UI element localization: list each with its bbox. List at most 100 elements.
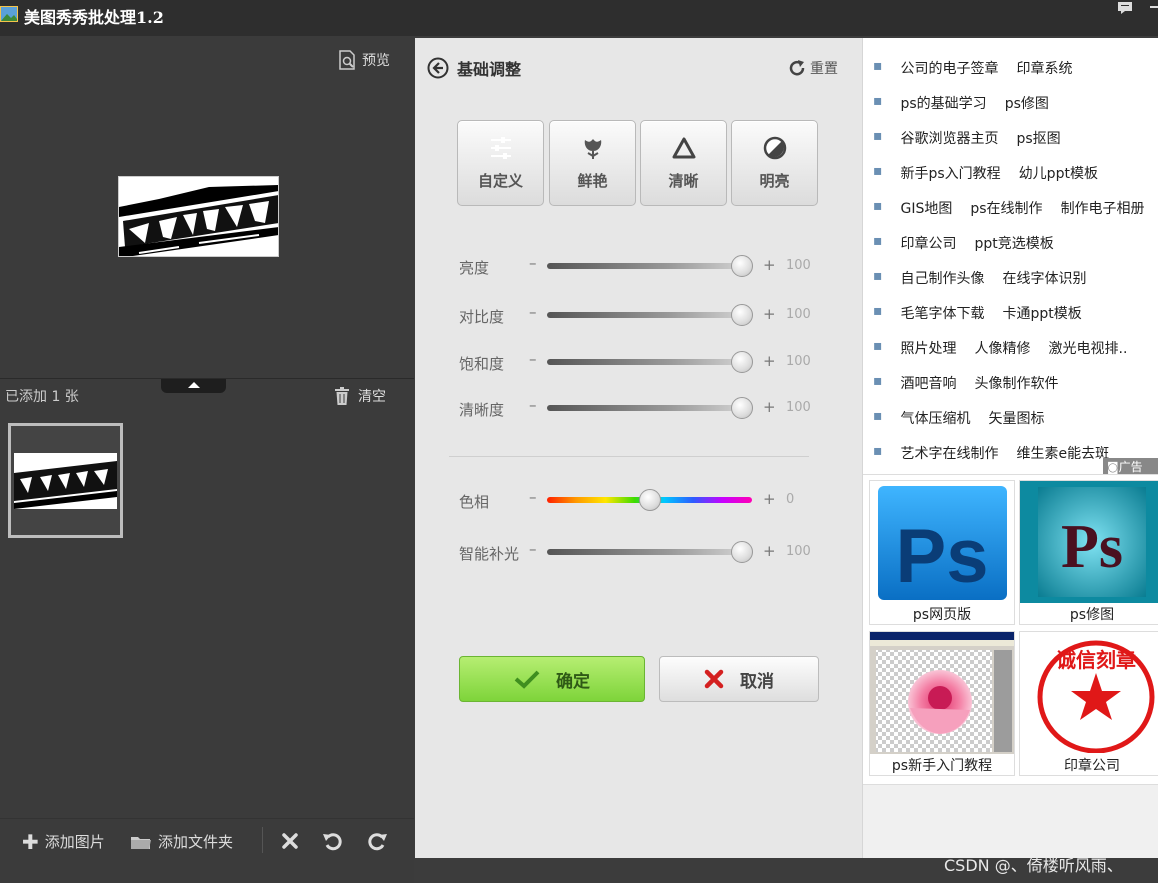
bullet-icon: ▪ <box>873 233 883 249</box>
add-folder-button[interactable]: 添加文件夹 <box>130 831 233 852</box>
clear-button[interactable]: 清空 <box>334 386 386 406</box>
hue-knob[interactable] <box>638 489 661 511</box>
sharpness-track[interactable] <box>547 397 753 419</box>
hue-track[interactable] <box>547 489 752 511</box>
contrast-value: 100 <box>786 307 811 322</box>
saturation-knob[interactable] <box>730 351 753 373</box>
ad-link[interactable]: 印章系统 <box>1017 58 1073 78</box>
mode-vivid-label: 鲜艳 <box>577 172 608 190</box>
ad-link[interactable]: 矢量图标 <box>989 408 1045 428</box>
ad-tile[interactable]: Ps ps网页版 <box>869 480 1015 625</box>
ad-link[interactable]: 自己制作头像 <box>901 268 985 288</box>
ad-link[interactable]: ps在线制作 <box>970 198 1042 218</box>
sharpness-decrease[interactable]: – <box>529 396 537 414</box>
ad-link[interactable]: 新手ps入门教程 <box>901 163 1001 183</box>
fill-light-knob[interactable] <box>730 541 753 563</box>
refresh-icon <box>789 60 805 76</box>
contrast-increase[interactable]: + <box>763 305 776 323</box>
ad-link[interactable]: 艺术字在线制作 <box>901 443 999 463</box>
fill-light-increase[interactable]: + <box>763 542 776 560</box>
saturation-decrease[interactable]: – <box>529 350 537 368</box>
bullet-icon: ▪ <box>873 338 883 354</box>
ad-link[interactable]: 气体压缩机 <box>901 408 971 428</box>
ad-link[interactable]: 卡通ppt模板 <box>1003 303 1082 323</box>
brightness-increase[interactable]: + <box>763 256 776 274</box>
contrast-track[interactable] <box>547 304 753 326</box>
preview-label: 预览 <box>362 53 390 69</box>
confirm-button[interactable]: 确定 <box>459 656 645 702</box>
sharpness-label: 清晰度 <box>459 401 505 419</box>
ad-link[interactable]: 酒吧音响 <box>901 373 957 393</box>
minimize-button[interactable] <box>1150 6 1158 8</box>
ad-tile[interactable]: Ps ps修图 <box>1019 480 1158 625</box>
ad-link[interactable]: ppt竞选模板 <box>975 233 1054 253</box>
preview-image <box>118 176 279 257</box>
image-thumbnail[interactable] <box>8 423 123 538</box>
message-icon[interactable] <box>1118 2 1132 14</box>
ad-link-row: ▪ ps的基础学习 ps修图 <box>873 93 1049 113</box>
reset-button[interactable]: 重置 <box>788 58 838 78</box>
clear-label: 清空 <box>358 389 386 405</box>
ad-link[interactable]: 毛笔字体下载 <box>901 303 985 323</box>
ad-link[interactable]: 激光电视排.. <box>1049 338 1128 358</box>
ad-link[interactable]: 印章公司 <box>901 233 957 253</box>
ad-link[interactable]: GIS地图 <box>901 198 953 218</box>
ad-link[interactable]: 制作电子相册 <box>1061 198 1145 218</box>
ad-link[interactable]: 幼儿ppt模板 <box>1019 163 1098 183</box>
mode-bright-button[interactable]: 明亮 <box>731 120 818 206</box>
ad-tile[interactable]: ps新手入门教程 <box>869 631 1015 776</box>
saturation-slider-row: 饱和度 – + 100 <box>459 350 819 374</box>
ad-tag[interactable]: ◙广告 <box>1103 458 1158 474</box>
sharpness-increase[interactable]: + <box>763 398 776 416</box>
preview-icon <box>339 50 355 70</box>
panel-title: 基础调整 <box>457 60 522 79</box>
sharpness-knob[interactable] <box>730 397 753 419</box>
ad-link[interactable]: 人像精修 <box>975 338 1031 358</box>
ps-logo-image: Ps <box>1020 481 1158 603</box>
add-image-button[interactable]: ✚ 添加图片 <box>22 831 105 852</box>
ad-tile[interactable]: 诚信刻章 印章公司 <box>1019 631 1158 776</box>
ad-link[interactable]: ps的基础学习 <box>901 93 987 113</box>
preview-button[interactable]: 预览 <box>338 49 390 71</box>
hue-label: 色相 <box>459 493 490 511</box>
mode-clear-button[interactable]: 清晰 <box>640 120 727 206</box>
ad-link[interactable]: 照片处理 <box>901 338 957 358</box>
rotate-left-icon[interactable] <box>322 831 344 851</box>
contrast-knob[interactable] <box>730 304 753 326</box>
hue-slider-row: 色相 – + 0 <box>459 488 819 512</box>
cancel-button[interactable]: 取消 <box>659 656 819 702</box>
delete-icon[interactable] <box>282 833 298 849</box>
flower-icon <box>584 139 602 159</box>
saturation-track[interactable] <box>547 351 753 373</box>
brightness-decrease[interactable]: – <box>529 254 537 272</box>
brightness-track[interactable] <box>547 255 753 277</box>
triangle-icon <box>672 137 696 159</box>
ad-divider <box>863 474 1158 475</box>
hue-decrease[interactable]: – <box>529 488 537 506</box>
bullet-icon: ▪ <box>873 93 883 109</box>
ad-tile-caption: ps修图 <box>1069 607 1115 623</box>
rotate-right-icon[interactable] <box>366 831 388 851</box>
hue-increase[interactable]: + <box>763 490 776 508</box>
back-button[interactable]: 基础调整 <box>427 56 521 80</box>
ad-link[interactable]: ps抠图 <box>1017 128 1061 148</box>
saturation-label: 饱和度 <box>459 355 505 373</box>
ad-link-row: ▪ 艺术字在线制作 维生素e能去斑 <box>873 443 1109 463</box>
ad-link[interactable]: 维生素e能去斑 <box>1017 443 1110 463</box>
ad-link[interactable]: ps修图 <box>1005 93 1049 113</box>
collapse-preview-button[interactable] <box>161 379 226 393</box>
check-icon <box>514 670 540 689</box>
reset-label: 重置 <box>810 61 838 77</box>
ad-link[interactable]: 头像制作软件 <box>975 373 1059 393</box>
ad-link[interactable]: 谷歌浏览器主页 <box>901 128 999 148</box>
fill-light-decrease[interactable]: – <box>529 540 537 558</box>
contrast-decrease[interactable]: – <box>529 303 537 321</box>
saturation-increase[interactable]: + <box>763 352 776 370</box>
ad-link[interactable]: 公司的电子签章 <box>901 58 999 78</box>
mode-custom-button[interactable]: 自定义 <box>457 120 544 206</box>
brightness-knob[interactable] <box>730 255 753 277</box>
mode-vivid-button[interactable]: 鲜艳 <box>549 120 636 206</box>
ad-link-row: ▪ 自己制作头像 在线字体识别 <box>873 268 1087 288</box>
fill-light-track[interactable] <box>547 541 753 563</box>
ad-link[interactable]: 在线字体识别 <box>1003 268 1087 288</box>
